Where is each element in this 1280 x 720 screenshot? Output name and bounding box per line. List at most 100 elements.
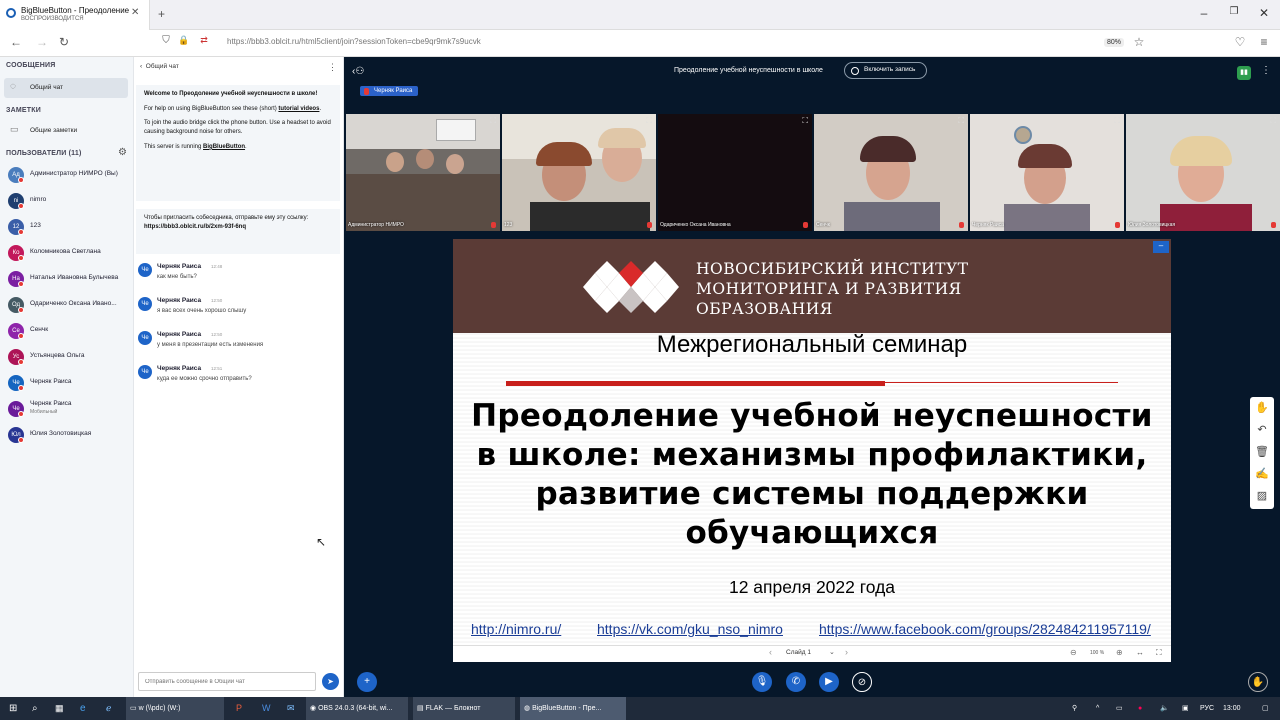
taskbar-item-firefox[interactable]: ◍ BigBlueButton - Пре... xyxy=(520,697,626,720)
user-list-item[interactable]: Ус Устьянцева Ольга xyxy=(0,347,133,367)
permissions-icon[interactable]: ⇄ xyxy=(196,35,212,46)
fullscreen-icon[interactable]: ⛶ xyxy=(1156,648,1162,658)
task-view-icon[interactable]: ▦ xyxy=(55,697,64,720)
video-tile[interactable]: Одариченко Оксана Ивановна ⛶ xyxy=(658,114,812,231)
chevron-down-icon[interactable]: ⌄ xyxy=(829,648,835,656)
tutorial-videos-link[interactable]: tutorial videos xyxy=(278,106,319,112)
lock-icon[interactable]: 🔒 xyxy=(176,35,192,46)
users-settings-gear-icon[interactable]: ⚙ xyxy=(118,147,127,158)
clock[interactable]: 13:00 xyxy=(1223,697,1241,720)
toggle-userlist-icon[interactable]: ‹⚇ xyxy=(352,66,364,77)
close-tab-icon[interactable]: ✕ xyxy=(131,7,139,18)
mail-icon[interactable]: ✉ xyxy=(287,697,295,720)
nimro-link[interactable]: http://nimro.ru/ xyxy=(471,621,561,637)
tray-volume-icon[interactable]: 🔈 xyxy=(1160,697,1169,720)
share-webcam-button[interactable]: ▶ xyxy=(819,672,839,692)
video-tile[interactable]: Администратор НИМРО ⛶ xyxy=(346,114,500,231)
fullscreen-icon[interactable]: ⛶ xyxy=(490,116,496,126)
clear-trash-icon[interactable]: 🗑 xyxy=(1250,441,1274,463)
user-list-item[interactable]: Се Сенчк xyxy=(0,321,133,341)
back-icon[interactable]: ← xyxy=(8,35,24,49)
zoom-in-icon[interactable]: ⊕ xyxy=(1116,648,1123,657)
tray-display-icon[interactable]: ▣ xyxy=(1182,697,1189,720)
maximize-icon[interactable]: ❐ xyxy=(1224,6,1244,17)
video-tile[interactable]: Юлия Золотовицкая ⛶ xyxy=(1126,114,1280,231)
user-list-item[interactable]: Ко Коломникова Светлана xyxy=(0,243,133,263)
user-list-item[interactable]: Че Черняк Раиса Мобильный xyxy=(0,399,133,419)
user-list-item[interactable]: ni nimro xyxy=(0,191,133,211)
browser-tab[interactable]: BigBlueButton - Преодоление ВОСПРОИЗВОДИ… xyxy=(0,0,150,30)
taskbar-item-notepad[interactable]: ▤ FLAK — Блокнот xyxy=(413,697,515,720)
public-chat-item[interactable]: ◌ Общий чат xyxy=(4,78,128,98)
pocket-icon[interactable]: ♡ xyxy=(1232,35,1248,49)
fullscreen-icon[interactable]: ⛶ xyxy=(1114,116,1120,126)
tray-chevron-icon[interactable]: ^ xyxy=(1096,697,1099,720)
minimize-presentation-button[interactable]: – xyxy=(1153,241,1169,253)
user-list-item[interactable]: На Наталья Ивановна Булычева xyxy=(0,269,133,289)
input-language[interactable]: РУС xyxy=(1200,697,1214,720)
powerpoint-icon[interactable]: P xyxy=(236,697,242,720)
address-bar[interactable]: https://bbb3.oblcit.ru/html5client/join?… xyxy=(227,37,481,46)
video-tile[interactable]: Черняк Раиса ⛶ xyxy=(970,114,1124,231)
prev-slide-icon[interactable]: ‹ xyxy=(769,647,772,657)
mute-microphone-button[interactable]: 🎙 xyxy=(752,672,772,692)
notifications-icon[interactable]: ▢ xyxy=(1262,697,1269,720)
chat-message-input[interactable] xyxy=(138,672,316,691)
close-window-icon[interactable]: ✕ xyxy=(1254,6,1274,20)
new-tab-button[interactable]: + xyxy=(158,7,165,21)
raise-hand-button[interactable]: ✋ xyxy=(1248,672,1268,692)
fullscreen-icon[interactable]: ⛶ xyxy=(1270,116,1276,126)
multi-user-whiteboard-icon[interactable]: ▨ xyxy=(1250,485,1274,507)
fullscreen-icon[interactable]: ⛶ xyxy=(802,116,808,126)
forward-icon[interactable]: → xyxy=(34,35,50,49)
chat-header[interactable]: ‹ Общий чат xyxy=(140,63,179,70)
leave-audio-button[interactable]: ✆ xyxy=(786,672,806,692)
next-slide-icon[interactable]: › xyxy=(845,647,848,657)
chat-options-icon[interactable]: ⋮ xyxy=(328,62,337,73)
zoom-out-icon[interactable]: ⊖ xyxy=(1070,648,1077,657)
slide-select[interactable]: Слайд 1 xyxy=(786,649,811,656)
tray-network-icon[interactable]: ▭ xyxy=(1116,697,1123,720)
user-list-item[interactable]: Ад Администратор НИМРО (Вы) xyxy=(0,165,133,185)
taskbar-item-obs[interactable]: ◉ OBS 24.0.3 (64-bit, wi... xyxy=(306,697,408,720)
invite-link[interactable]: https://bbb3.oblcit.ru/b/2xm-93f-6nq xyxy=(144,223,332,232)
tray-person-icon[interactable]: ⚲ xyxy=(1072,697,1077,720)
share-screen-button[interactable]: ⊘ xyxy=(852,672,872,692)
user-list-item[interactable]: Че Черняк Раиса xyxy=(0,373,133,393)
hand-tool-icon[interactable]: ✋ xyxy=(1250,397,1274,419)
shared-notes-item[interactable]: ▭ Общие заметки xyxy=(4,122,128,140)
institute-logo-icon xyxy=(583,261,679,313)
video-tile[interactable]: 123 ⛶ xyxy=(502,114,656,231)
edge-icon[interactable]: e xyxy=(80,697,86,720)
reload-icon[interactable]: ↻ xyxy=(56,35,72,49)
search-icon[interactable]: ⌕ xyxy=(32,697,38,720)
bookmark-star-icon[interactable]: ☆ xyxy=(1131,35,1147,49)
ie-icon[interactable]: ℯ xyxy=(106,697,111,720)
fullscreen-icon[interactable]: ⛶ xyxy=(646,116,652,126)
word-icon[interactable]: W xyxy=(262,697,271,720)
user-list-item[interactable]: Юл Юлия Золотовицкая xyxy=(0,425,133,445)
minimize-icon[interactable]: – xyxy=(1194,6,1214,20)
zoom-level[interactable]: 80% xyxy=(1104,38,1125,47)
send-message-button[interactable]: ➤ xyxy=(322,673,339,690)
fullscreen-icon[interactable]: ⛶ xyxy=(958,116,964,126)
user-list-item[interactable]: Од Одариченко Оксана Ивано... xyxy=(0,295,133,315)
pen-tool-icon[interactable]: ✍ xyxy=(1250,463,1274,485)
start-recording-button[interactable]: Включить запись xyxy=(844,62,927,79)
connection-status-icon[interactable]: ▮▮ xyxy=(1237,66,1251,80)
user-list-item[interactable]: 12 123 xyxy=(0,217,133,237)
undo-icon[interactable]: ↶ xyxy=(1250,419,1274,441)
taskbar-item-explorer[interactable]: ▭ w (\\pdc) (W:) xyxy=(126,697,224,720)
menu-icon[interactable]: ≡ xyxy=(1256,35,1272,49)
vk-link[interactable]: https://vk.com/gku_nso_nimro xyxy=(597,621,783,637)
presentation-slide[interactable]: НОВОСИБИРСКИЙ ИНСТИТУТ МОНИТОРИНГА И РАЗ… xyxy=(453,239,1171,662)
facebook-link[interactable]: https://www.facebook.com/groups/28248421… xyxy=(819,621,1151,637)
video-tile[interactable]: Сенчк ⛶ xyxy=(814,114,968,231)
fit-width-icon[interactable]: ↔ xyxy=(1136,648,1144,657)
start-windows-icon[interactable]: ⊞ xyxy=(9,697,17,720)
shield-icon[interactable]: ⛉ xyxy=(158,35,174,46)
bbb-link[interactable]: BigBlueButton xyxy=(203,144,245,150)
actions-plus-button[interactable]: + xyxy=(357,672,377,692)
tray-record-icon[interactable]: ● xyxy=(1138,697,1142,720)
options-menu-icon[interactable]: ⋮ xyxy=(1261,65,1271,76)
